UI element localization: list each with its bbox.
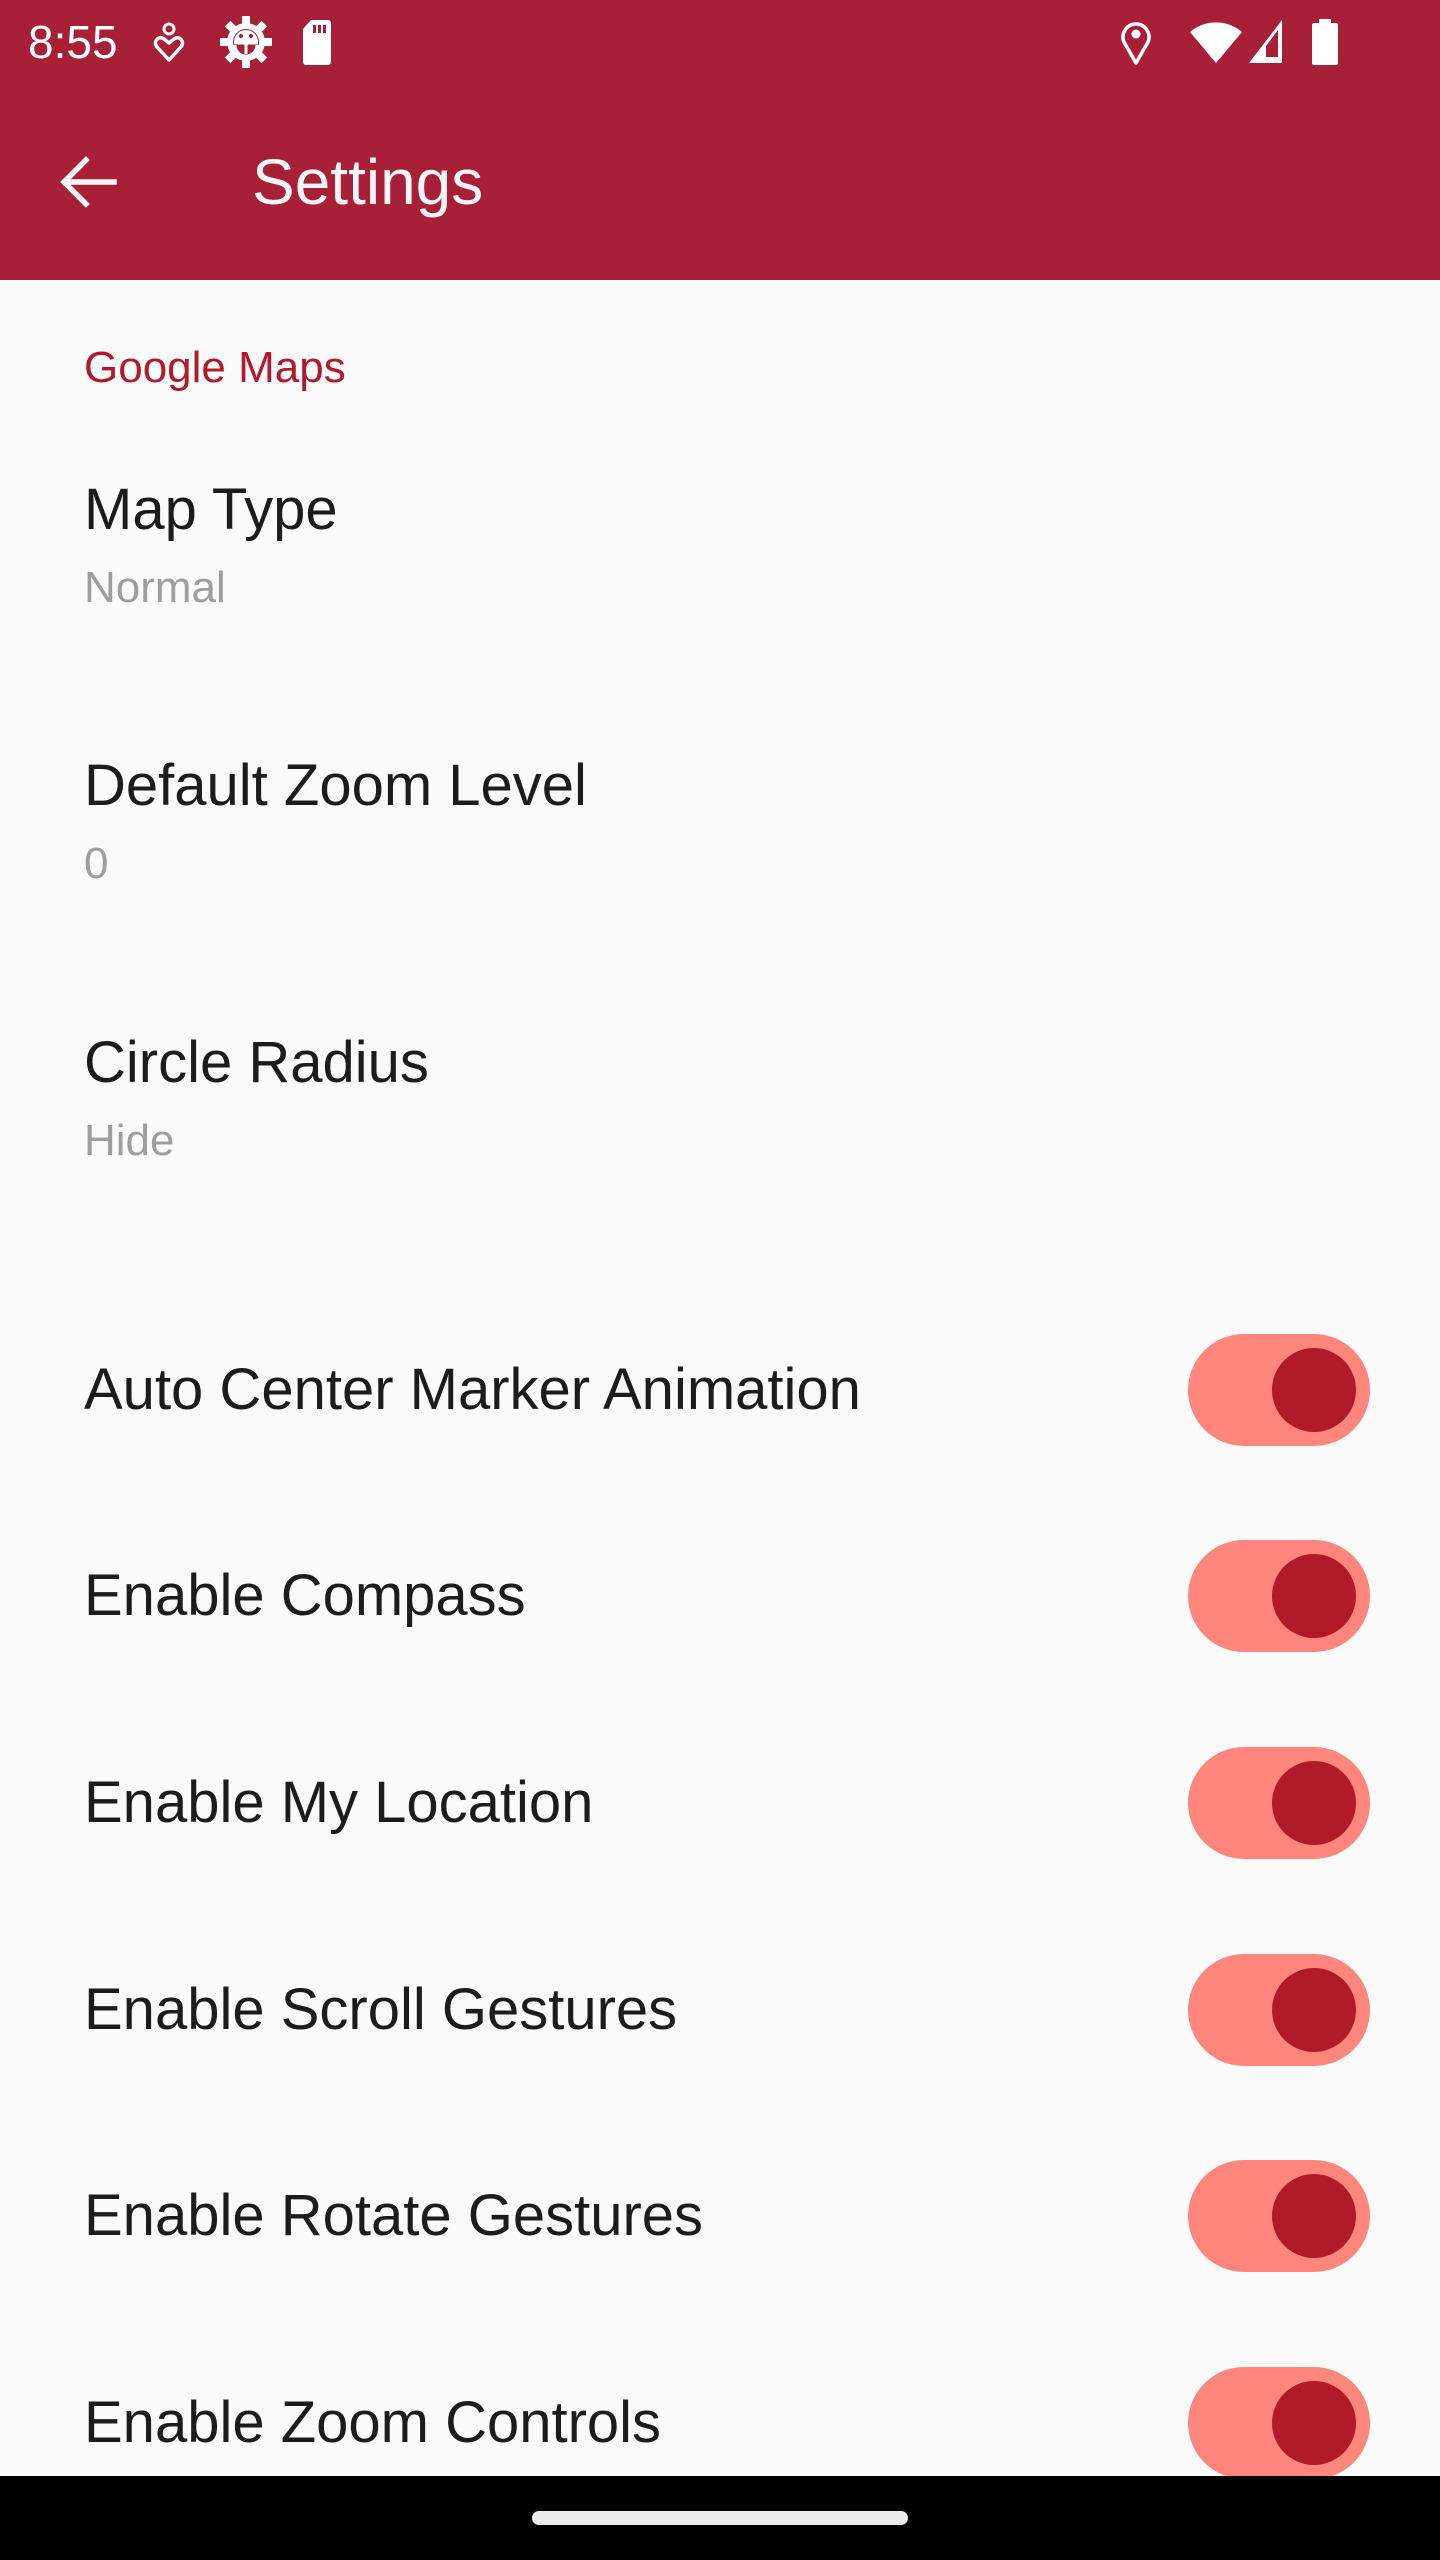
- pref-summary: 0: [84, 839, 109, 888]
- location-icon: [1121, 22, 1151, 65]
- pref-map-type[interactable]: Map Type Normal: [0, 462, 1440, 732]
- switch-thumb: [1272, 2381, 1356, 2465]
- pref-circle-radius[interactable]: Circle Radius Hide: [0, 1017, 1440, 1287]
- status-time: 8:55: [28, 16, 118, 68]
- pref-summary: Hide: [84, 1116, 175, 1165]
- switch-thumb: [1272, 1761, 1356, 1845]
- pref-title: Default Zoom Level: [84, 753, 587, 818]
- accessibility-icon: [153, 22, 185, 62]
- pref-auto-center-marker-animation[interactable]: Auto Center Marker Animation: [0, 1330, 1440, 1510]
- switch-auto-center-marker-animation[interactable]: [1188, 1334, 1370, 1446]
- status-bar: 8:55: [0, 0, 1440, 84]
- pref-default-zoom-level[interactable]: Default Zoom Level 0: [0, 740, 1440, 1010]
- navigation-bar: [0, 2476, 1440, 2560]
- pref-title: Enable Rotate Gestures: [84, 2183, 704, 2248]
- app-bar: Settings: [0, 84, 1440, 280]
- category-header-google-maps: Google Maps: [84, 343, 346, 392]
- pref-title: Enable Zoom Controls: [84, 2390, 662, 2455]
- switch-enable-my-location[interactable]: [1188, 1747, 1370, 1859]
- arrow-back-icon: [60, 156, 117, 208]
- pref-title: Circle Radius: [84, 1030, 429, 1095]
- battery-icon: [1312, 19, 1338, 65]
- pref-title: Enable Scroll Gestures: [84, 1977, 678, 2042]
- pref-enable-scroll-gestures[interactable]: Enable Scroll Gestures: [0, 1950, 1440, 2130]
- switch-thumb: [1272, 2174, 1356, 2258]
- pref-summary: Normal: [84, 563, 226, 612]
- home-gesture-handle[interactable]: [532, 2511, 908, 2525]
- switch-enable-zoom-controls[interactable]: [1188, 2367, 1370, 2479]
- pref-title: Auto Center Marker Animation: [84, 1357, 861, 1422]
- pref-enable-rotate-gestures[interactable]: Enable Rotate Gestures: [0, 2156, 1440, 2336]
- switch-thumb: [1272, 1554, 1356, 1638]
- pref-title: Map Type: [84, 477, 338, 542]
- pref-title: Enable My Location: [84, 1770, 594, 1835]
- switch-thumb: [1272, 1348, 1356, 1432]
- pref-title: Enable Compass: [84, 1563, 526, 1628]
- pref-enable-compass[interactable]: Enable Compass: [0, 1536, 1440, 1716]
- switch-enable-rotate-gestures[interactable]: [1188, 2160, 1370, 2272]
- switch-enable-scroll-gestures[interactable]: [1188, 1954, 1370, 2066]
- page-title: Settings: [252, 146, 484, 218]
- cellular-signal-icon: [1249, 20, 1282, 63]
- pref-enable-my-location[interactable]: Enable My Location: [0, 1743, 1440, 1923]
- wifi-icon: [1190, 22, 1242, 63]
- switch-thumb: [1272, 1968, 1356, 2052]
- android-debug-icon: [220, 16, 272, 68]
- switch-enable-compass[interactable]: [1188, 1540, 1370, 1652]
- back-button[interactable]: [40, 134, 136, 230]
- sd-card-icon: [303, 20, 331, 65]
